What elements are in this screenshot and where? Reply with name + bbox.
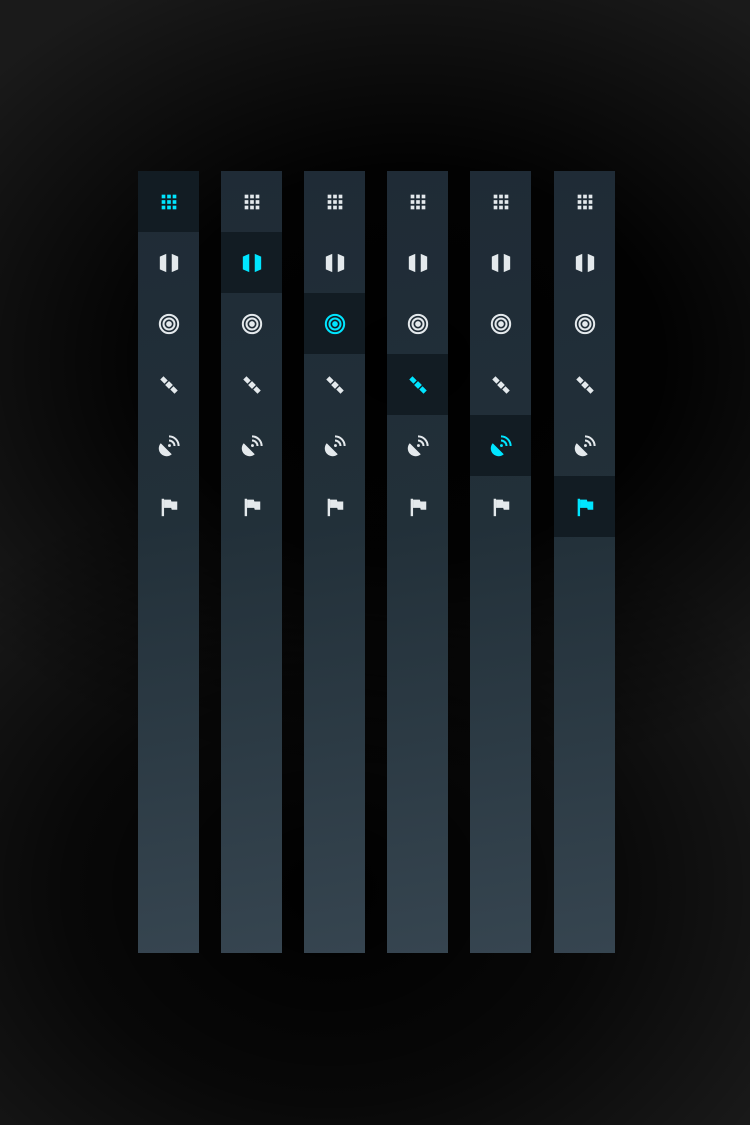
nav-item-map[interactable] [470, 232, 531, 293]
nav-item-target[interactable] [554, 293, 615, 354]
apps-grid-icon [574, 191, 596, 213]
satellite-dish-icon [574, 434, 596, 457]
nav-rail [138, 171, 199, 953]
nav-rail [470, 171, 531, 953]
satellite-dish-icon [158, 434, 180, 457]
nav-item-satellite-dish[interactable] [470, 415, 531, 476]
nav-item-satellite-dish[interactable] [138, 415, 199, 476]
map-icon [407, 252, 429, 274]
nav-item-flag[interactable] [554, 476, 615, 537]
nav-item-map[interactable] [554, 232, 615, 293]
nav-item-apps[interactable] [304, 171, 365, 232]
nav-item-apps[interactable] [554, 171, 615, 232]
nav-item-flag[interactable] [221, 476, 282, 537]
flag-icon [158, 496, 180, 518]
nav-item-flag[interactable] [387, 476, 448, 537]
satellite-icon [407, 374, 429, 396]
nav-item-satellite-dish[interactable] [387, 415, 448, 476]
nav-item-flag[interactable] [304, 476, 365, 537]
nav-item-satellite-dish[interactable] [554, 415, 615, 476]
nav-item-target[interactable] [138, 293, 199, 354]
nav-item-map[interactable] [387, 232, 448, 293]
nav-item-target[interactable] [387, 293, 448, 354]
apps-grid-icon [324, 191, 346, 213]
target-icon [490, 313, 512, 335]
flag-icon [490, 496, 512, 518]
satellite-dish-icon [324, 434, 346, 457]
map-icon [158, 252, 180, 274]
nav-item-satellite-dish[interactable] [221, 415, 282, 476]
nav-item-map[interactable] [138, 232, 199, 293]
nav-item-apps[interactable] [387, 171, 448, 232]
map-icon [241, 252, 263, 274]
nav-item-target[interactable] [221, 293, 282, 354]
satellite-dish-icon [407, 434, 429, 457]
apps-grid-icon [407, 191, 429, 213]
nav-item-map[interactable] [221, 232, 282, 293]
nav-item-satellite[interactable] [304, 354, 365, 415]
target-icon [407, 313, 429, 335]
flag-icon [574, 496, 596, 518]
apps-grid-icon [158, 191, 180, 213]
apps-grid-icon [241, 191, 263, 213]
satellite-icon [241, 374, 263, 396]
satellite-icon [574, 374, 596, 396]
nav-item-satellite[interactable] [221, 354, 282, 415]
map-icon [574, 252, 596, 274]
map-icon [324, 252, 346, 274]
target-icon [158, 313, 180, 335]
apps-grid-icon [490, 191, 512, 213]
satellite-dish-icon [241, 434, 263, 457]
nav-item-target[interactable] [470, 293, 531, 354]
nav-item-satellite[interactable] [470, 354, 531, 415]
nav-item-map[interactable] [304, 232, 365, 293]
nav-item-satellite-dish[interactable] [304, 415, 365, 476]
flag-icon [407, 496, 429, 518]
nav-item-apps[interactable] [138, 171, 199, 232]
nav-item-apps[interactable] [470, 171, 531, 232]
map-icon [490, 252, 512, 274]
nav-rail [554, 171, 615, 953]
target-icon [574, 313, 596, 335]
nav-item-flag[interactable] [470, 476, 531, 537]
flag-icon [241, 496, 263, 518]
nav-item-satellite[interactable] [138, 354, 199, 415]
nav-item-flag[interactable] [138, 476, 199, 537]
nav-item-target[interactable] [304, 293, 365, 354]
nav-rail [304, 171, 365, 953]
nav-rail [221, 171, 282, 953]
nav-item-satellite[interactable] [387, 354, 448, 415]
nav-item-apps[interactable] [221, 171, 282, 232]
satellite-icon [490, 374, 512, 396]
satellite-icon [324, 374, 346, 396]
nav-rail [387, 171, 448, 953]
satellite-dish-icon [490, 434, 512, 457]
satellite-icon [158, 374, 180, 396]
nav-item-satellite[interactable] [554, 354, 615, 415]
target-icon [241, 313, 263, 335]
flag-icon [324, 496, 346, 518]
target-icon [324, 313, 346, 335]
